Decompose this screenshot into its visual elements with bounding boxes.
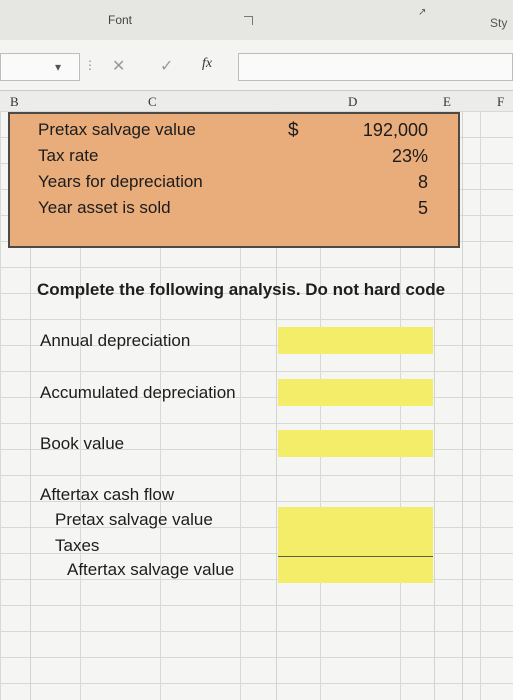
name-box[interactable]: ▾ — [0, 53, 80, 81]
accumulated-depreciation-answer-cell[interactable] — [278, 379, 433, 406]
aftertax-salvage-value-label[interactable]: Aftertax salvage value — [67, 560, 234, 580]
formula-input[interactable] — [238, 53, 513, 81]
input-panel: Pretax salvage value $ 192,000 Tax rate … — [8, 112, 460, 248]
column-header-c[interactable]: C — [148, 94, 157, 110]
column-header-f[interactable]: F — [497, 94, 504, 110]
annual-depreciation-label[interactable]: Annual depreciation — [40, 331, 190, 351]
cancel-formula-button[interactable]: ✕ — [112, 56, 125, 76]
aftertax-cash-flow-label[interactable]: Aftertax cash flow — [40, 485, 174, 505]
insert-function-button[interactable]: fx — [202, 56, 212, 72]
column-header-row: B C D E F — [0, 91, 513, 112]
years-for-depreciation-label[interactable]: Years for depreciation — [38, 172, 203, 192]
accumulated-depreciation-label[interactable]: Accumulated depreciation — [40, 383, 236, 403]
column-header-e[interactable]: E — [443, 94, 451, 110]
enter-formula-button[interactable]: ✓ — [160, 56, 173, 76]
font-dialog-launcher-icon[interactable] — [244, 16, 253, 25]
column-header-b[interactable]: B — [10, 94, 19, 110]
currency-symbol: $ — [288, 120, 299, 141]
ribbon-arrow-icon: ↗ — [418, 7, 427, 18]
font-group-label: Font — [108, 13, 133, 27]
ribbon: Font ↗ Sty — [0, 0, 513, 41]
tax-rate-label[interactable]: Tax rate — [38, 146, 98, 166]
column-header-d[interactable]: D — [348, 94, 357, 110]
years-for-depreciation-cell[interactable]: 8 — [418, 172, 428, 193]
book-value-label[interactable]: Book value — [40, 434, 124, 454]
formula-bar: ▾ ⋮ ✕ ✓ fx — [0, 40, 513, 91]
taxes-label[interactable]: Taxes — [55, 536, 99, 556]
pretax-salvage-value-cell[interactable]: 192,000 — [363, 120, 428, 141]
formula-bar-dots-icon: ⋮ — [84, 58, 96, 72]
year-asset-sold-cell[interactable]: 5 — [418, 198, 428, 219]
book-value-answer-cell[interactable] — [278, 430, 433, 457]
salvage-answer-cells[interactable] — [278, 507, 433, 583]
pretax-salvage-value-row-label[interactable]: Pretax salvage value — [55, 510, 213, 530]
tax-rate-cell[interactable]: 23% — [392, 146, 428, 167]
grid-column-line — [462, 111, 463, 700]
chevron-down-icon[interactable]: ▾ — [55, 60, 61, 74]
instruction-text: Complete the following analysis. Do not … — [37, 280, 446, 299]
pretax-salvage-value-label[interactable]: Pretax salvage value — [38, 120, 196, 140]
annual-depreciation-answer-cell[interactable] — [278, 327, 433, 354]
styles-group-label: Sty — [490, 16, 508, 30]
sum-underline — [278, 556, 433, 557]
year-asset-sold-label[interactable]: Year asset is sold — [38, 198, 171, 218]
